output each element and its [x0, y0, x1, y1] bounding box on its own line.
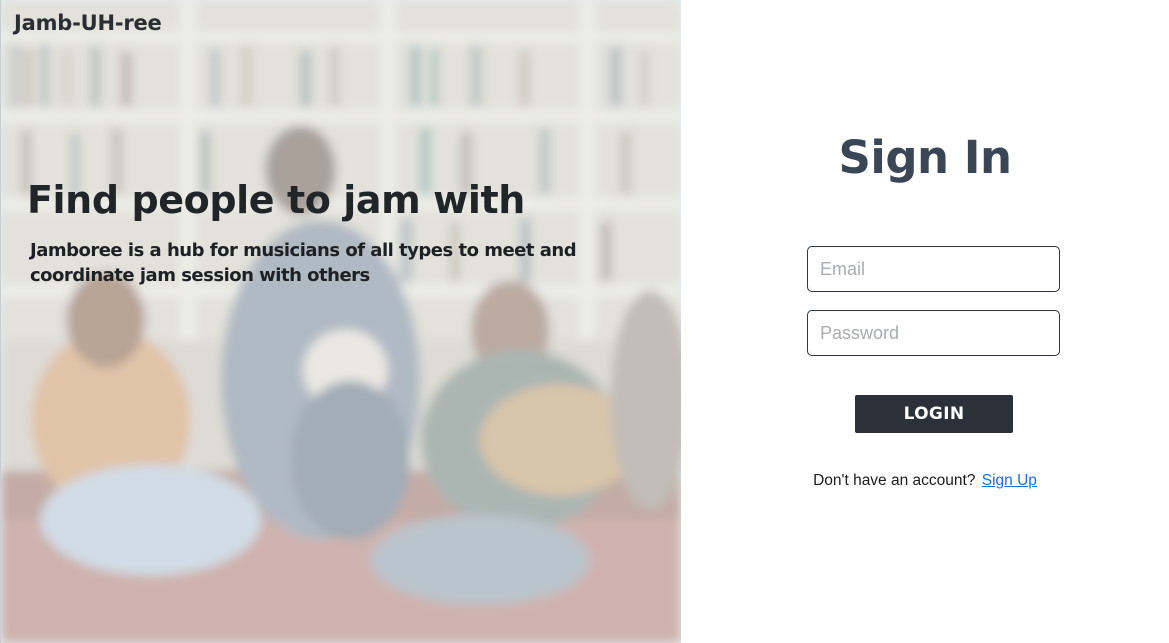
hero-headline: Find people to jam with	[27, 178, 525, 222]
login-button[interactable]: LOGIN	[855, 395, 1013, 433]
hero-overlay	[1, 0, 681, 643]
sign-in-title: Sign In	[838, 131, 1012, 184]
password-field[interactable]	[807, 310, 1060, 356]
hero-panel: Jamb-UH-ree Find people to jam with Jamb…	[0, 0, 681, 643]
brand-logo-text[interactable]: Jamb-UH-ree	[14, 11, 162, 35]
email-field[interactable]	[807, 246, 1060, 292]
no-account-text: Don't have an account?	[813, 472, 976, 489]
signup-prompt: Don't have an account? Sign Up	[681, 472, 1169, 490]
sign-in-panel: Sign In LOGIN Don't have an account? Sig…	[681, 0, 1169, 643]
hero-tagline: Jamboree is a hub for musicians of all t…	[30, 240, 577, 286]
sign-up-link[interactable]: Sign Up	[982, 472, 1037, 489]
